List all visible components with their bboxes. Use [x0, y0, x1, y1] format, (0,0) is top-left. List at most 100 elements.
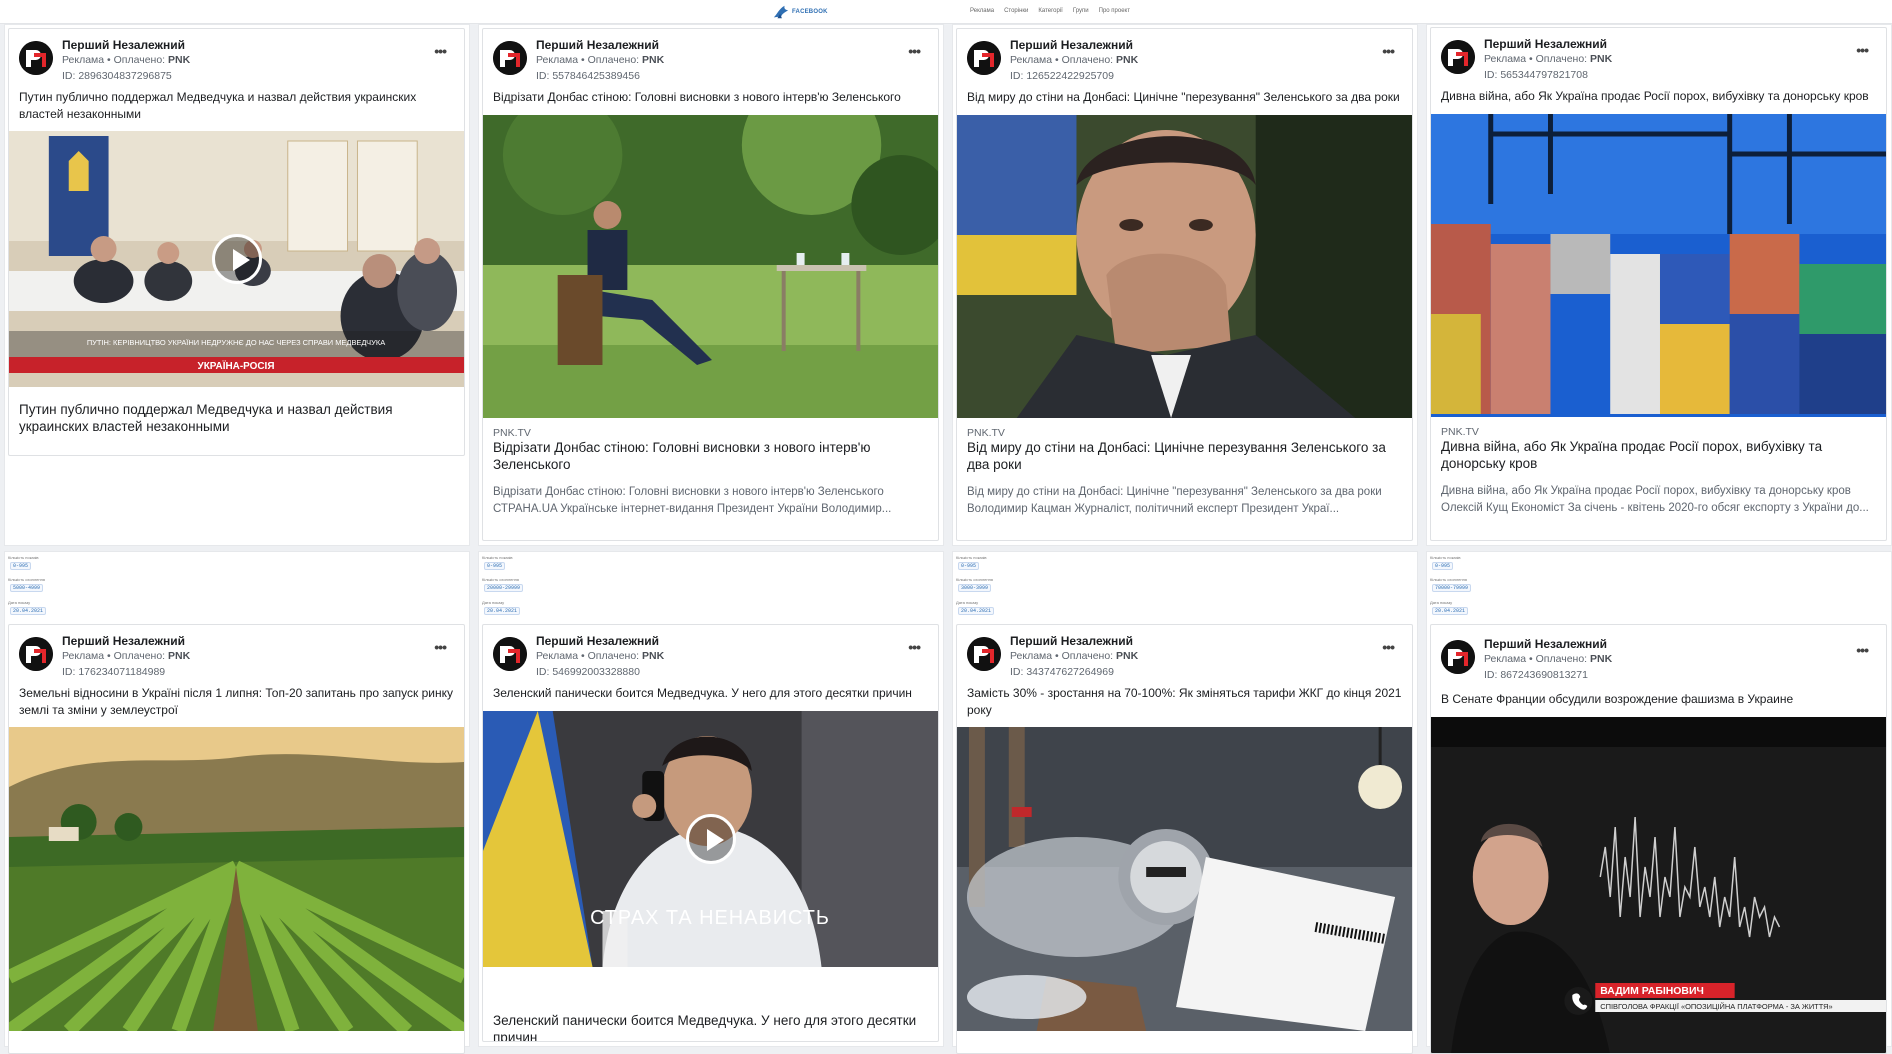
ad-header: Перший Незалежний Реклама • Оплачено: PN… — [483, 625, 938, 683]
ad-video[interactable]: СТРАХ ТА НЕНАВИСТЬ — [483, 711, 938, 967]
impressions-value: 0-995 — [484, 562, 506, 570]
more-options-icon[interactable]: ••• — [1382, 639, 1395, 655]
ad-id: ID: 343747627264969 — [1010, 666, 1114, 678]
ad-body-text: Зеленский панически боится Медведчука. У… — [493, 686, 912, 700]
more-options-icon[interactable]: ••• — [434, 43, 447, 59]
page-name[interactable]: Перший Незалежний — [536, 634, 659, 648]
date-value: 20.04.2021 — [1432, 607, 1469, 615]
avatar[interactable] — [493, 41, 527, 75]
page-name[interactable]: Перший Незалежний — [1484, 637, 1607, 651]
nav-ads[interactable]: Реклама — [970, 8, 994, 14]
reach-value: 3000-3999 — [958, 584, 992, 592]
video-caption: СТРАХ ТА НЕНАВИСТЬ — [590, 907, 830, 929]
reach-label: Кількість охоплення — [8, 577, 45, 582]
ad-header: Перший Незалежний Реклама • Оплачено: PN… — [9, 29, 464, 87]
ad-card: Перший Незалежний Реклама • Оплачено: PN… — [482, 624, 939, 1042]
ad-title[interactable]: Дивна війна, або Як Україна продає Росії… — [1441, 438, 1876, 472]
ad-card: Перший Незалежний Реклама • Оплачено: PN… — [8, 624, 465, 1054]
link-description: Відрізати Донбас стіною: Головні висновк… — [493, 486, 892, 515]
ad-card: Перший Незалежний Реклама • Оплачено: PN… — [482, 28, 939, 541]
ad-image[interactable] — [483, 115, 938, 418]
nav-categories[interactable]: Категорії — [1038, 8, 1062, 14]
page-name[interactable]: Перший Незалежний — [536, 38, 659, 52]
avatar[interactable] — [967, 41, 1001, 75]
date-label: Дата показу — [956, 600, 979, 605]
page-name[interactable]: Перший Незалежний — [1484, 37, 1607, 51]
pnk-logo-icon — [967, 41, 1001, 75]
ad-body-text: Замість 30% - зростання на 70-100%: Як з… — [967, 686, 1402, 717]
site-logo[interactable]: FACEBOOK — [772, 2, 828, 22]
pnk-logo-icon — [967, 637, 1001, 671]
ad-id: ID: 126522422925709 — [1010, 70, 1114, 82]
ad-body-text: Відрізати Донбас стіною: Головні висновк… — [493, 90, 901, 104]
ad-image[interactable] — [957, 115, 1412, 418]
ad-video[interactable]: ПУТІН: КЕРІВНИЦТВО УКРАЇНИ НЕДРУЖНЄ ДО Н… — [9, 131, 464, 387]
ad-image[interactable] — [1431, 114, 1886, 417]
shipping-containers-image — [1431, 114, 1886, 417]
date-value: 20.04.2021 — [958, 607, 995, 615]
page-name[interactable]: Перший Незалежний — [1010, 38, 1133, 52]
ad-id: ID: 176234071184989 — [62, 666, 166, 678]
avatar[interactable] — [19, 637, 53, 671]
ad-id: ID: 557846425389456 — [536, 70, 640, 82]
reach-label: Кількість охоплення — [1430, 577, 1467, 582]
ad-header: Перший Незалежний Реклама • Оплачено: PN… — [957, 625, 1412, 683]
more-options-icon[interactable]: ••• — [1382, 43, 1395, 59]
reach-value: 20000-29999 — [484, 584, 524, 592]
reach-value: 70000-79999 — [1432, 584, 1472, 592]
avatar[interactable] — [967, 637, 1001, 671]
sponsor-line: Реклама • Оплачено: PNK — [536, 54, 665, 66]
more-options-icon[interactable]: ••• — [434, 639, 447, 655]
ad-title[interactable]: Відрізати Донбас стіною: Головні висновк… — [493, 439, 928, 473]
sponsor-line: Реклама • Оплачено: PNK — [536, 650, 665, 662]
ad-image[interactable] — [957, 727, 1412, 1031]
pnk-logo-icon — [1441, 40, 1475, 74]
date-value: 20.04.2021 — [10, 607, 47, 615]
ad-title[interactable]: Від миру до стіни на Донбасі: Цинічне пе… — [967, 439, 1402, 473]
ad-image[interactable] — [9, 727, 464, 1031]
pnk-logo-icon — [1441, 640, 1475, 674]
ad-header: Перший Незалежний Реклама • Оплачено: PN… — [9, 625, 464, 683]
ad-title[interactable]: Зеленский панически боится Медведчука. У… — [493, 1012, 928, 1041]
pnk-logo-icon — [493, 637, 527, 671]
reach-value: 5000-4999 — [10, 584, 44, 592]
impressions-label: Кількість показів — [482, 555, 513, 560]
page-name[interactable]: Перший Незалежний — [62, 38, 185, 52]
ad-body-text: Земельні відносини в Україні після 1 лип… — [19, 686, 453, 717]
ad-id: ID: 867243690813271 — [1484, 669, 1588, 681]
ad-id: ID: 565344797821708 — [1484, 69, 1588, 81]
reach-label: Кількість охоплення — [956, 577, 993, 582]
sponsor-line: Реклама • Оплачено: PNK — [1484, 53, 1613, 65]
nav-pages[interactable]: Сторінки — [1004, 8, 1028, 14]
ad-card: Перший Незалежний Реклама • Оплачено: PN… — [1430, 27, 1887, 541]
impressions-value: 0-995 — [1432, 562, 1454, 570]
page-name[interactable]: Перший Незалежний — [62, 634, 185, 648]
impressions-value: 0-995 — [10, 562, 32, 570]
play-icon[interactable] — [212, 234, 262, 284]
nav-groups[interactable]: Групи — [1073, 8, 1089, 14]
more-options-icon[interactable]: ••• — [908, 43, 921, 59]
page-name[interactable]: Перший Незалежний — [1010, 634, 1133, 648]
impressions-label: Кількість показів — [1430, 555, 1461, 560]
play-icon[interactable] — [686, 814, 736, 864]
avatar[interactable] — [1441, 640, 1475, 674]
ad-id: ID: 2896304837296875 — [62, 70, 172, 82]
nav-about[interactable]: Про проект — [1099, 8, 1130, 14]
ads-grid: Перший Незалежний Реклама • Оплачено: PN… — [4, 24, 1892, 1054]
ad-title[interactable]: Путин публично поддержал Медведчука и на… — [19, 401, 454, 435]
ad-body-text: Путин публично поддержал Медведчука и на… — [19, 90, 417, 121]
ad-header: Перший Незалежний Реклама • Оплачено: PN… — [483, 29, 938, 87]
ad-video[interactable]: ВАДИМ РАБІНОВИЧ СПІВГОЛОВА ФРАКЦІЇ «ОПОЗ… — [1431, 717, 1886, 1053]
more-options-icon[interactable]: ••• — [1856, 642, 1869, 658]
garden-interview-image — [483, 115, 938, 418]
avatar[interactable] — [493, 637, 527, 671]
ad-body-text: В Сенате Франции обсудили возрождение фа… — [1441, 692, 1794, 706]
more-options-icon[interactable]: ••• — [1856, 42, 1869, 58]
date-label: Дата показу — [482, 600, 505, 605]
avatar[interactable] — [1441, 40, 1475, 74]
sponsor-line: Реклама • Оплачено: PNK — [62, 54, 191, 66]
avatar[interactable] — [19, 41, 53, 75]
reach-label: Кількість охоплення — [482, 577, 519, 582]
more-options-icon[interactable]: ••• — [908, 639, 921, 655]
video-caption: ПУТІН: КЕРІВНИЦТВО УКРАЇНИ НЕДРУЖНЄ ДО Н… — [87, 338, 385, 347]
